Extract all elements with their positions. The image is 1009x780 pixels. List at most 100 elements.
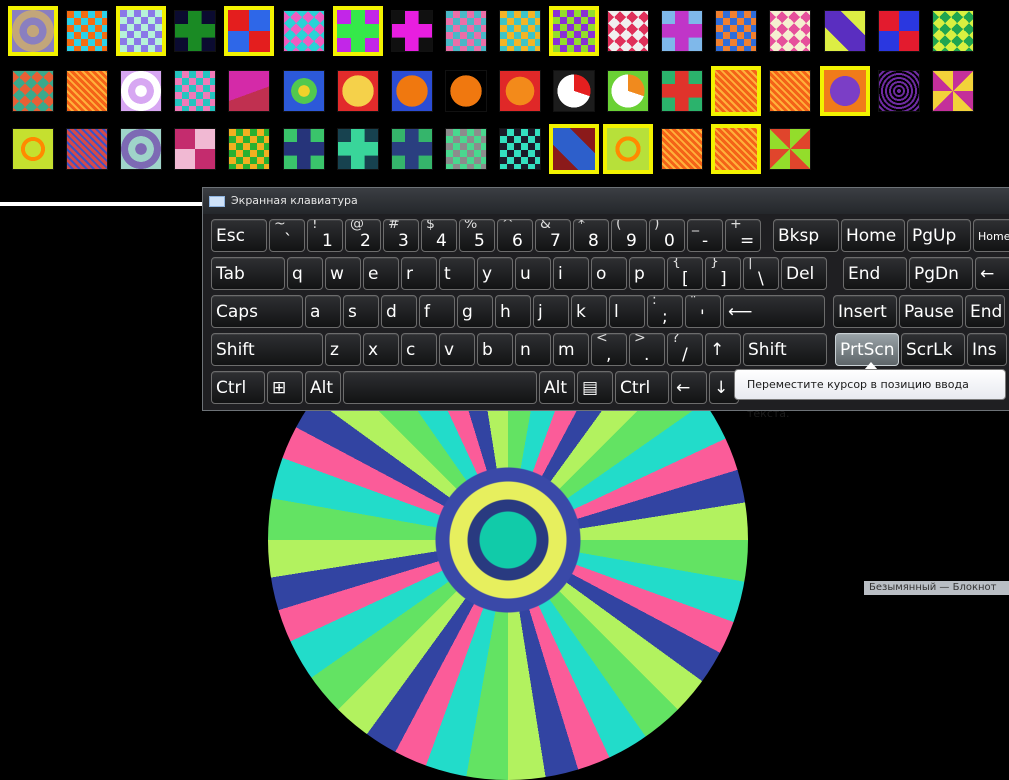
key-3[interactable]: #3 xyxy=(383,219,419,252)
key-m[interactable]: m xyxy=(553,333,589,366)
key-lctrl[interactable]: Ctrl xyxy=(211,371,265,404)
pattern-thumbnail[interactable] xyxy=(932,70,974,112)
pattern-thumbnail[interactable] xyxy=(391,70,433,112)
key-j[interactable]: j xyxy=(533,295,569,328)
key-7[interactable]: & 7 xyxy=(535,219,571,252)
key-8[interactable]: * 8 xyxy=(573,219,609,252)
pattern-thumbnail[interactable] xyxy=(553,70,595,112)
key-rctrl[interactable]: Ctrl xyxy=(615,371,669,404)
key-i[interactable]: i xyxy=(553,257,589,290)
pattern-thumbnail[interactable] xyxy=(769,10,811,52)
key-5[interactable]: % 5 xyxy=(459,219,495,252)
pattern-thumbnail[interactable] xyxy=(391,128,433,170)
pattern-thumbnail[interactable] xyxy=(603,124,653,174)
pattern-thumbnail[interactable] xyxy=(769,128,811,170)
key-l[interactable]: l xyxy=(609,295,645,328)
taskbar-item-notepad[interactable]: Безымянный — Блокнот xyxy=(864,581,1009,595)
pattern-thumbnail[interactable] xyxy=(607,70,649,112)
pattern-thumbnail[interactable] xyxy=(174,10,216,52)
key-v[interactable]: v xyxy=(439,333,475,366)
key-insert[interactable]: Insert xyxy=(833,295,897,328)
key-pgup[interactable]: PgUp xyxy=(907,219,971,252)
key-lbracket[interactable]: {[ xyxy=(667,257,703,290)
pattern-thumbnail[interactable] xyxy=(224,6,274,56)
key-x[interactable]: x xyxy=(363,333,399,366)
pattern-thumbnail[interactable] xyxy=(120,70,162,112)
pattern-thumbnail[interactable] xyxy=(337,70,379,112)
key-rbracket[interactable]: }] xyxy=(705,257,741,290)
pattern-thumbnail[interactable] xyxy=(66,70,108,112)
pattern-thumbnail[interactable] xyxy=(499,70,541,112)
key-k[interactable]: k xyxy=(571,295,607,328)
pattern-thumbnail[interactable] xyxy=(499,128,541,170)
key-b[interactable]: b xyxy=(477,333,513,366)
pattern-thumbnail[interactable] xyxy=(116,6,166,56)
key-home2[interactable]: Home xyxy=(973,219,1009,252)
key-home[interactable]: Home xyxy=(841,219,905,252)
key-1[interactable]: ! 1 xyxy=(307,219,343,252)
pattern-thumbnail[interactable] xyxy=(391,10,433,52)
pattern-thumbnail[interactable] xyxy=(12,70,54,112)
key-del[interactable]: Del xyxy=(781,257,827,290)
key-period[interactable]: >. xyxy=(629,333,665,366)
pattern-thumbnail[interactable] xyxy=(333,6,383,56)
pattern-thumbnail[interactable] xyxy=(715,10,757,52)
pattern-thumbnail[interactable] xyxy=(549,6,599,56)
key-menu[interactable]: ▤ xyxy=(577,371,613,404)
key-y[interactable]: y xyxy=(477,257,513,290)
key-e[interactable]: e xyxy=(363,257,399,290)
pattern-thumbnail[interactable] xyxy=(66,10,108,52)
pattern-thumbnail[interactable] xyxy=(174,128,216,170)
pattern-thumbnail[interactable] xyxy=(769,70,811,112)
key-r[interactable]: r xyxy=(401,257,437,290)
key-q[interactable]: q xyxy=(287,257,323,290)
key-0[interactable]: ) 0 xyxy=(649,219,685,252)
pattern-thumbnail[interactable] xyxy=(120,128,162,170)
key-s[interactable]: s xyxy=(343,295,379,328)
key-p[interactable]: p xyxy=(629,257,665,290)
pattern-thumbnail[interactable] xyxy=(711,124,761,174)
pattern-thumbnail[interactable] xyxy=(878,10,920,52)
key-end2[interactable]: End xyxy=(965,295,1005,328)
key-quote[interactable]: " ' xyxy=(685,295,721,328)
key-up[interactable]: ↑ xyxy=(705,333,741,366)
key-6[interactable]: ^ 6 xyxy=(497,219,533,252)
key-h[interactable]: h xyxy=(495,295,531,328)
pattern-thumbnail[interactable] xyxy=(228,70,270,112)
key-9[interactable]: (9 xyxy=(611,219,647,252)
pattern-thumbnail[interactable] xyxy=(820,66,870,116)
key-kleft[interactable]: ← xyxy=(671,371,707,404)
pattern-thumbnail[interactable] xyxy=(711,66,761,116)
pattern-thumbnail[interactable] xyxy=(445,128,487,170)
key-scrlk[interactable]: ScrLk xyxy=(901,333,965,366)
pattern-thumbnail[interactable] xyxy=(878,70,920,112)
key-o[interactable]: o xyxy=(591,257,627,290)
key-a[interactable]: a xyxy=(305,295,341,328)
pattern-thumbnail[interactable] xyxy=(8,6,58,56)
key-4[interactable]: $4 xyxy=(421,219,457,252)
pattern-thumbnail[interactable] xyxy=(661,10,703,52)
pattern-thumbnail[interactable] xyxy=(283,70,325,112)
pattern-thumbnail[interactable] xyxy=(549,124,599,174)
pattern-thumbnail[interactable] xyxy=(283,128,325,170)
window-titlebar[interactable]: Экранная клавиатура xyxy=(203,188,1009,214)
key-pause[interactable]: Pause xyxy=(899,295,963,328)
pattern-thumbnail[interactable] xyxy=(499,10,541,52)
pattern-thumbnail[interactable] xyxy=(445,10,487,52)
pattern-thumbnail[interactable] xyxy=(66,128,108,170)
key-u[interactable]: u xyxy=(515,257,551,290)
key-backslash[interactable]: | \ xyxy=(743,257,779,290)
pattern-thumbnail[interactable] xyxy=(445,70,487,112)
key-caps[interactable]: Caps xyxy=(211,295,303,328)
key-semicolon[interactable]: :; xyxy=(647,295,683,328)
key-end[interactable]: End xyxy=(843,257,907,290)
key-lshift[interactable]: Shift xyxy=(211,333,323,366)
key-rshift[interactable]: Shift xyxy=(743,333,827,366)
key-space[interactable] xyxy=(343,371,537,404)
key-ins[interactable]: Ins xyxy=(967,333,1007,366)
pattern-thumbnail[interactable] xyxy=(12,128,54,170)
pattern-thumbnail[interactable] xyxy=(174,70,216,112)
key-d[interactable]: d xyxy=(381,295,417,328)
key-enter[interactable]: ⟵ xyxy=(723,295,825,328)
key-bksp[interactable]: Bksp xyxy=(773,219,839,252)
